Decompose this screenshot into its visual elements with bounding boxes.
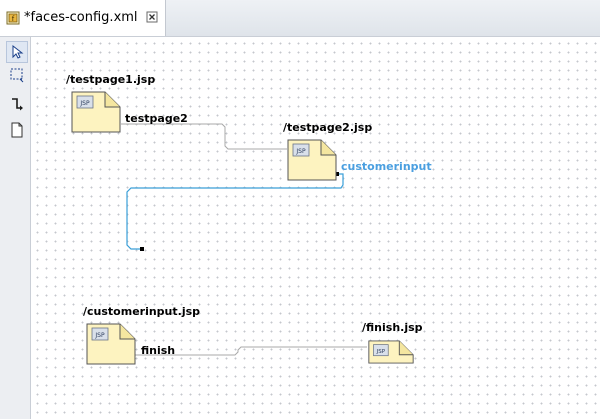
page-label-finish: /finish.jsp	[362, 321, 423, 334]
svg-text:JSP: JSP	[376, 349, 386, 355]
navigation-wire-customerinput	[126, 173, 344, 250]
page-label-testpage2: /testpage2.jsp	[283, 121, 373, 134]
case-label-customerinput[interactable]: customerinput	[341, 160, 432, 173]
jsp-page-icon-testpage2[interactable]: JSP	[287, 139, 337, 181]
jsp-page-icon-finish[interactable]: JSP	[367, 340, 415, 364]
navigation-wire-testpage2	[121, 123, 287, 150]
jsp-page-icon-customerinput[interactable]: JSP	[86, 323, 136, 365]
svg-text:JSP: JSP	[295, 148, 306, 155]
page-label-customerinput: /customerinput.jsp	[83, 305, 201, 318]
case-label-testpage2[interactable]: testpage2	[125, 112, 188, 125]
svg-text:JSP: JSP	[79, 100, 90, 107]
jsp-page-icon-testpage1[interactable]: JSP	[71, 91, 121, 133]
page-label-testpage1: /testpage1.jsp	[66, 73, 156, 86]
svg-text:JSP: JSP	[94, 332, 105, 339]
case-label-finish[interactable]: finish	[141, 344, 175, 357]
wire-handle-end	[140, 247, 144, 251]
